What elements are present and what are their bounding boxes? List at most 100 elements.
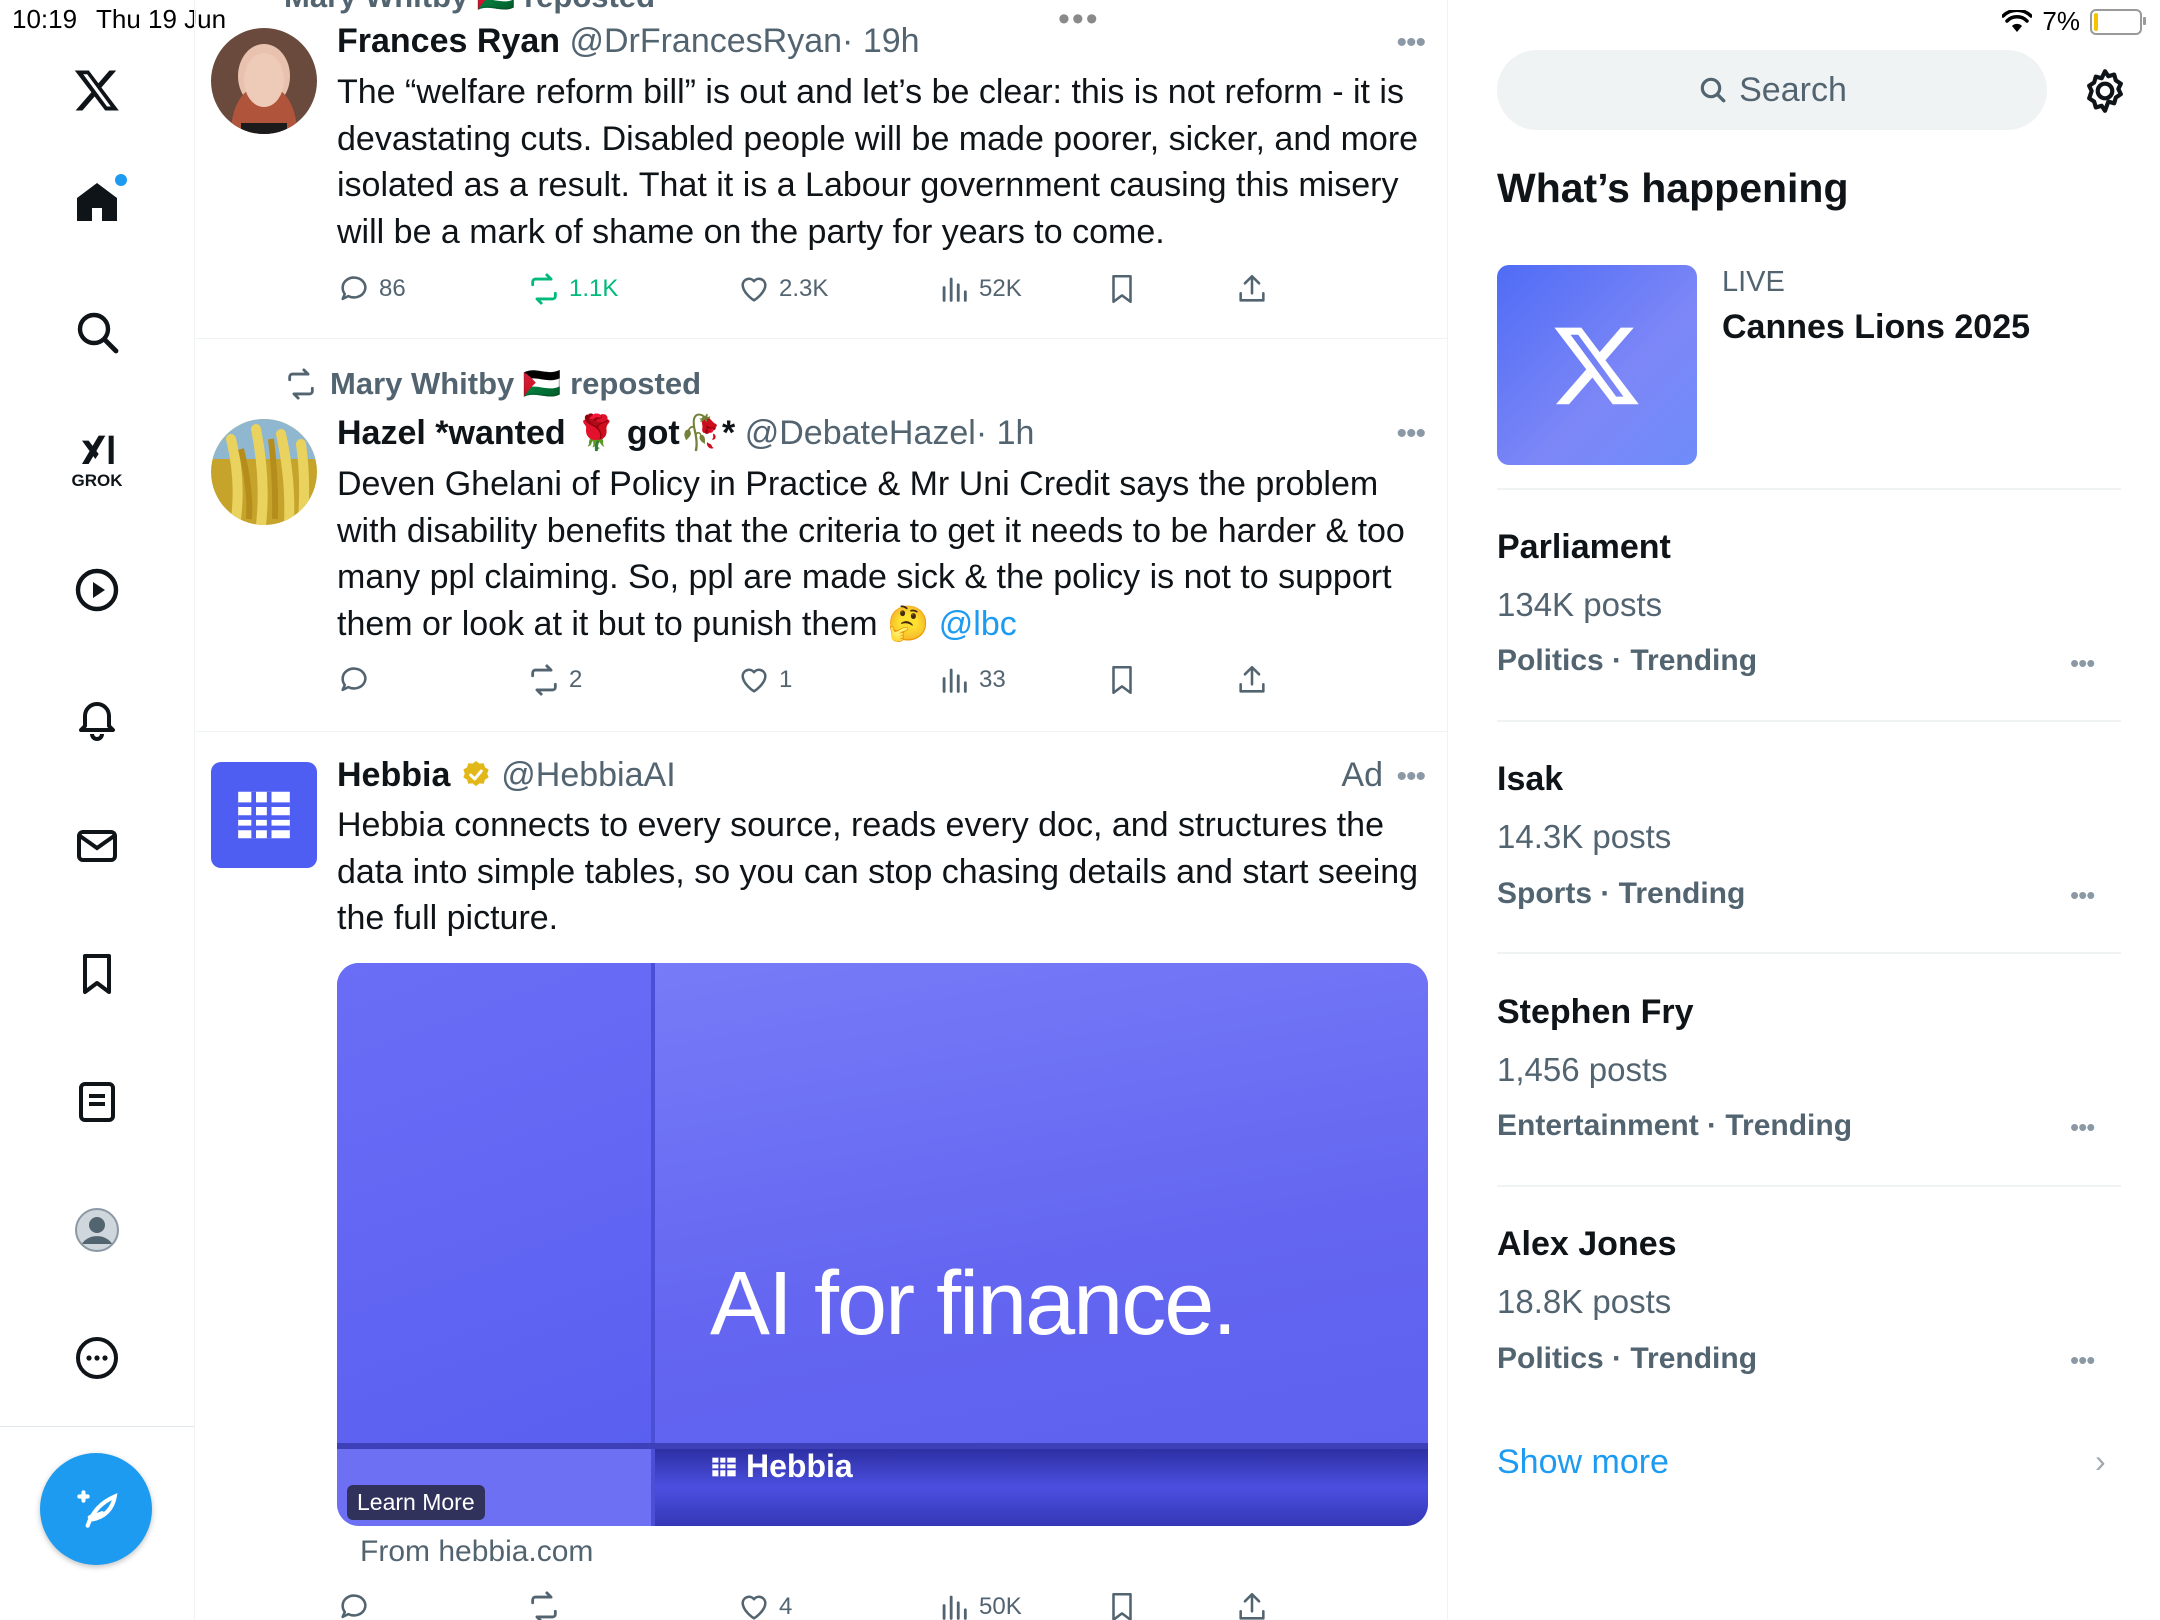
post-time[interactable]: · 1h — [976, 414, 1035, 452]
bookmark-button[interactable] — [1105, 1590, 1139, 1620]
post[interactable]: Mary Whitby 🇵🇸 reposted Hazel *wanted 🌹 … — [194, 339, 1447, 731]
ad-media-card[interactable]: AI for finance. Hebbia Learn More — [337, 963, 1428, 1526]
like-button[interactable]: 1 — [737, 663, 792, 697]
trend-title[interactable]: Parliament — [1497, 528, 1671, 567]
search-placeholder: Search — [1739, 70, 1847, 109]
show-more-link[interactable]: Show more — [1497, 1443, 1669, 1482]
search-bar[interactable]: Search — [1497, 50, 2047, 130]
repost-button[interactable]: 1.1K — [527, 272, 618, 306]
trend-title[interactable]: Stephen Fry — [1497, 993, 1693, 1032]
bookmarks-icon[interactable] — [65, 942, 129, 1006]
repost-button[interactable] — [527, 1590, 569, 1620]
author-handle[interactable]: @DebateHazel — [745, 414, 976, 452]
post-more-icon[interactable]: ••• — [1396, 760, 1425, 794]
lists-icon[interactable] — [65, 1070, 129, 1134]
trend-title[interactable]: Alex Jones — [1497, 1225, 1677, 1264]
trend-more-icon[interactable]: ••• — [2070, 648, 2095, 679]
post-text: Hebbia connects to every source, reads e… — [337, 806, 1419, 937]
profile-avatar-icon[interactable] — [65, 1198, 129, 1262]
ad-label: Ad — [1341, 756, 1383, 794]
bookmark-icon — [1112, 274, 1132, 304]
ad-source-link[interactable]: From hebbia.com — [360, 1535, 593, 1569]
more-options-icon[interactable] — [65, 1326, 129, 1390]
author-handle[interactable]: @DrFrancesRyan — [569, 22, 842, 60]
post-actions: 86 1.1K 2.3K 52K — [337, 272, 1337, 312]
views-button[interactable]: 33 — [937, 663, 1006, 697]
reply-button[interactable] — [337, 1590, 379, 1620]
views-button[interactable]: 50K — [937, 1590, 1022, 1620]
grok-icon[interactable]: GROK — [65, 420, 129, 500]
explore-search-icon[interactable] — [65, 300, 129, 364]
view-count: 52K — [979, 275, 1022, 302]
live-event-title[interactable]: Cannes Lions 2025 — [1722, 308, 2030, 347]
like-count: 2.3K — [779, 275, 829, 302]
video-play-icon[interactable] — [65, 558, 129, 622]
bookmark-button[interactable] — [1105, 272, 1139, 306]
battery-icon — [2090, 8, 2146, 35]
views-chart-icon — [942, 277, 967, 302]
learn-more-button[interactable]: Learn More — [347, 1485, 485, 1520]
repost-context: Mary Whitby 🇵🇸 reposted — [284, 0, 655, 15]
like-button[interactable]: 4 — [737, 1590, 792, 1620]
post-time[interactable]: · 19h — [842, 22, 920, 60]
repost-icon — [531, 664, 557, 696]
compose-post-button[interactable] — [40, 1453, 152, 1565]
author-name[interactable]: Frances Ryan — [337, 22, 560, 60]
whats-happening-title: What’s happening — [1497, 165, 1849, 211]
post-header: Hazel *wanted 🌹 got🥀* @DebateHazel· 1h — [337, 413, 1034, 453]
live-label: LIVE — [1722, 266, 1785, 298]
mention-link[interactable]: @lbc — [939, 605, 1017, 643]
trend-category: Entertainment · Trending — [1497, 1109, 1853, 1142]
share-button[interactable] — [1235, 663, 1269, 697]
share-button[interactable] — [1235, 272, 1269, 306]
repost-icon — [531, 273, 557, 305]
post-more-icon[interactable]: ••• — [1396, 26, 1425, 60]
post-actions: 4 50K — [337, 1590, 1337, 1620]
view-count: 33 — [979, 666, 1006, 693]
view-count: 50K — [979, 1593, 1022, 1620]
share-icon — [1239, 274, 1265, 302]
views-button[interactable]: 52K — [937, 272, 1022, 306]
settings-gear-icon[interactable] — [2080, 66, 2130, 116]
trend-title[interactable]: Isak — [1497, 760, 1563, 799]
ad-headline: AI for finance. — [710, 1254, 1237, 1354]
trend-more-icon[interactable]: ••• — [2070, 1345, 2095, 1376]
notifications-bell-icon[interactable] — [65, 686, 129, 750]
author-handle[interactable]: @HebbiaAI — [501, 756, 675, 794]
post-more-icon[interactable]: ••• — [1396, 417, 1425, 451]
x-logo-icon — [1554, 327, 1639, 405]
trend-count: 1,456 posts — [1497, 1051, 1668, 1088]
trend-more-icon[interactable]: ••• — [2070, 880, 2095, 911]
reply-button[interactable] — [337, 663, 379, 697]
reply-icon — [341, 276, 367, 301]
x-logo-icon[interactable] — [65, 58, 129, 122]
trend-category: Sports · Trending — [1497, 877, 1746, 910]
bookmark-button[interactable] — [1105, 663, 1139, 697]
live-event-thumbnail[interactable] — [1497, 265, 1697, 465]
promoted-post[interactable]: Hebbia @HebbiaAI Ad ••• Hebbia connects … — [194, 732, 1447, 1620]
timeline-feed: Mary Whitby 🇵🇸 reposted Frances Ryan @Dr… — [194, 0, 1448, 1620]
compose-feather-icon — [77, 1490, 118, 1528]
messages-envelope-icon[interactable] — [65, 814, 129, 878]
repost-button[interactable]: 2 — [527, 663, 582, 697]
author-name[interactable]: Hazel *wanted 🌹 got🥀* — [337, 414, 735, 452]
like-button[interactable]: 2.3K — [737, 272, 828, 306]
heart-icon — [741, 1595, 767, 1620]
views-chart-icon — [942, 1595, 967, 1620]
post-text: The “welfare reform bill” is out and let… — [337, 73, 1419, 251]
author-avatar[interactable] — [211, 419, 317, 525]
bookmark-icon — [1112, 1592, 1132, 1620]
repost-icon — [531, 1591, 557, 1620]
share-button[interactable] — [1235, 1590, 1269, 1620]
home-icon[interactable] — [65, 170, 129, 234]
author-avatar[interactable] — [211, 762, 317, 868]
repost-context: Mary Whitby 🇵🇸 reposted — [284, 365, 701, 402]
post[interactable]: Mary Whitby 🇵🇸 reposted Frances Ryan @Dr… — [194, 0, 1447, 338]
post-text-container: Deven Ghelani of Policy in Practice & Mr… — [337, 461, 1432, 647]
hebbia-logo-icon — [712, 1457, 736, 1476]
post-header: Frances Ryan @DrFrancesRyan· 19h — [337, 22, 920, 61]
reply-button[interactable]: 86 — [337, 272, 406, 306]
author-avatar[interactable] — [211, 28, 317, 134]
trend-more-icon[interactable]: ••• — [2070, 1112, 2095, 1143]
author-name[interactable]: Hebbia — [337, 756, 450, 794]
